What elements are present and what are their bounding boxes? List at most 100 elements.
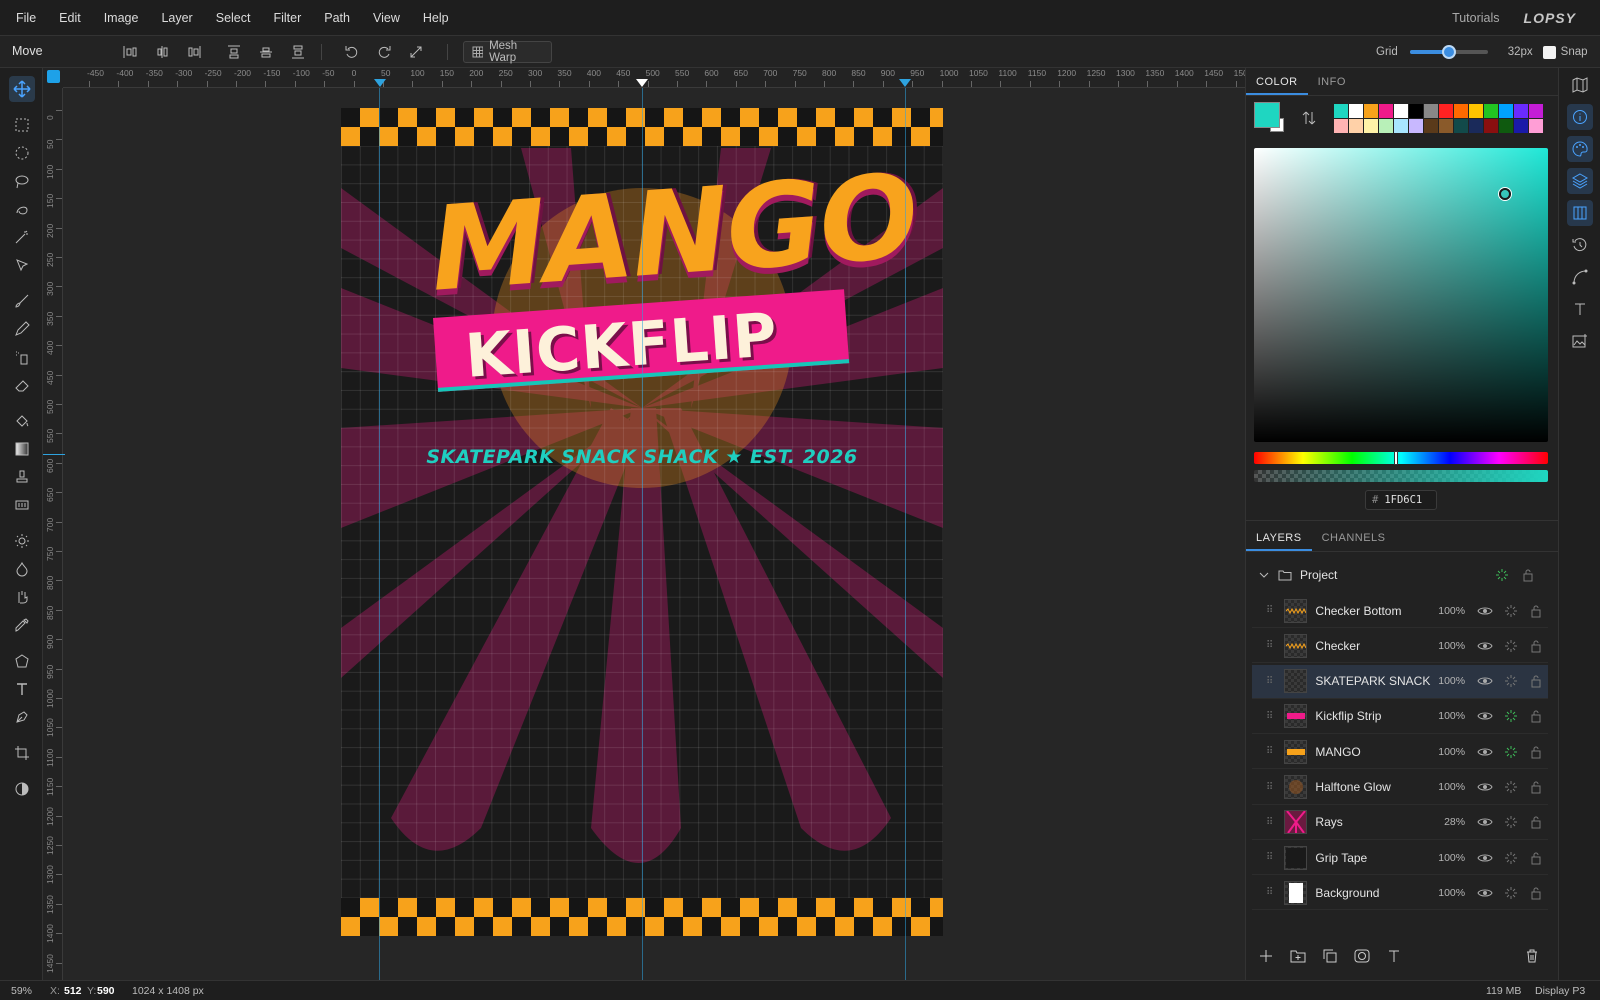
menu-help[interactable]: Help — [423, 11, 449, 25]
layer-opacity[interactable]: 100% — [1434, 852, 1465, 864]
palette-swatch[interactable] — [1409, 104, 1423, 118]
rotate-left-icon[interactable] — [340, 40, 364, 64]
layer-opacity[interactable]: 100% — [1434, 640, 1465, 652]
foreground-color-swatch[interactable] — [1254, 102, 1280, 128]
eye-icon[interactable] — [1473, 605, 1497, 617]
layer-opacity[interactable]: 100% — [1434, 710, 1465, 722]
lock-icon[interactable] — [1524, 639, 1548, 653]
guide-vertical[interactable] — [379, 88, 380, 980]
palette-swatch[interactable] — [1529, 104, 1543, 118]
magnetic-lasso-icon[interactable] — [9, 196, 35, 222]
palette-swatch[interactable] — [1484, 104, 1498, 118]
palette-swatch[interactable] — [1349, 119, 1363, 133]
palette-swatch[interactable] — [1334, 104, 1348, 118]
swap-colors-icon[interactable] — [1301, 110, 1317, 126]
tab-color[interactable]: COLOR — [1246, 68, 1308, 95]
palette-swatch[interactable] — [1454, 104, 1468, 118]
stamp-icon[interactable] — [9, 464, 35, 490]
hex-input[interactable]: # 1FD6C1 — [1365, 490, 1437, 510]
eraser-icon[interactable] — [9, 372, 35, 398]
drag-handle-icon[interactable]: ⠿ — [1266, 676, 1282, 687]
layer-opacity[interactable]: 100% — [1434, 605, 1465, 617]
drag-handle-icon[interactable]: ⠿ — [1266, 887, 1282, 898]
palette-swatch[interactable] — [1499, 119, 1513, 133]
fx-icon[interactable] — [1499, 674, 1523, 688]
guide-marker-icon[interactable] — [898, 78, 912, 88]
palette-swatch[interactable] — [1409, 119, 1423, 133]
align-bottom-icon[interactable] — [286, 40, 310, 64]
layer-row[interactable]: ⠿ MANGO 100% — [1252, 735, 1548, 770]
layer-opacity[interactable]: 100% — [1434, 746, 1465, 758]
lock-icon[interactable] — [1524, 674, 1548, 688]
eye-icon[interactable] — [1473, 852, 1497, 864]
palette-swatch[interactable] — [1469, 104, 1483, 118]
grid-slider-knob[interactable] — [1441, 45, 1456, 59]
tab-layers[interactable]: LAYERS — [1246, 524, 1312, 551]
character-icon[interactable] — [1567, 296, 1593, 322]
palette-swatch[interactable] — [1469, 119, 1483, 133]
history-icon[interactable] — [1567, 232, 1593, 258]
align-left-icon[interactable] — [118, 40, 142, 64]
layers-icon[interactable] — [1567, 168, 1593, 194]
palette-swatch[interactable] — [1514, 104, 1528, 118]
align-middle-v-icon[interactable] — [254, 40, 278, 64]
drag-handle-icon[interactable]: ⠿ — [1266, 817, 1282, 828]
path-curve-icon[interactable] — [1567, 264, 1593, 290]
hue-slider-knob[interactable] — [1394, 451, 1398, 465]
drag-handle-icon[interactable]: ⠿ — [1266, 852, 1282, 863]
magic-wand-icon[interactable] — [9, 224, 35, 250]
contrast-icon[interactable] — [9, 776, 35, 802]
eye-icon[interactable] — [1473, 781, 1497, 793]
ruler-horizontal[interactable]: -450 -400 -350 -300 -250 -200 -150 -100 -50 0 50 10… — [63, 68, 1245, 88]
layer-row[interactable]: ⠿ SKATEPARK SNACK 100% — [1252, 664, 1548, 699]
layer-opacity[interactable]: 100% — [1434, 675, 1465, 687]
eye-icon[interactable] — [1473, 816, 1497, 828]
lock-icon[interactable] — [1524, 815, 1548, 829]
layer-opacity[interactable]: 100% — [1434, 781, 1465, 793]
layer-row[interactable]: ⠿ Halftone Glow 100% — [1252, 771, 1548, 805]
alpha-slider[interactable] — [1254, 470, 1548, 482]
palette-swatch[interactable] — [1529, 119, 1543, 133]
lock-icon[interactable] — [1524, 780, 1548, 794]
fx-icon[interactable] — [1499, 745, 1523, 759]
align-top-icon[interactable] — [222, 40, 246, 64]
fx-icon[interactable] — [1499, 851, 1523, 865]
ruler-vertical[interactable]: 0 50 100 150 200 250 300 350 400 450 500 550 600 650 7… — [43, 88, 63, 980]
ellipse-select-icon[interactable] — [9, 140, 35, 166]
layer-group-project[interactable]: Project — [1252, 558, 1548, 592]
spray-icon[interactable] — [9, 344, 35, 370]
pen-icon[interactable] — [9, 704, 35, 730]
palette-swatch[interactable] — [1379, 104, 1393, 118]
layer-opacity[interactable]: 100% — [1434, 887, 1465, 899]
fx-icon[interactable] — [1490, 568, 1514, 582]
palette-swatch[interactable] — [1349, 104, 1363, 118]
palette-swatch[interactable] — [1499, 104, 1513, 118]
align-right-icon[interactable] — [182, 40, 206, 64]
menu-layer[interactable]: Layer — [161, 11, 192, 25]
fx-icon[interactable] — [1499, 604, 1523, 618]
brush-icon[interactable] — [9, 288, 35, 314]
add-layer-icon[interactable] — [1254, 949, 1278, 963]
align-center-h-icon[interactable] — [150, 40, 174, 64]
lock-icon[interactable] — [1524, 745, 1548, 759]
palette-swatch[interactable] — [1424, 119, 1438, 133]
pencil-icon[interactable] — [9, 316, 35, 342]
lock-icon[interactable] — [1516, 568, 1540, 582]
gradient-icon[interactable] — [9, 436, 35, 462]
menu-edit[interactable]: Edit — [59, 11, 81, 25]
mesh-warp-button[interactable]: Mesh Warp — [463, 40, 552, 64]
palette-icon[interactable] — [1567, 136, 1593, 162]
menu-path[interactable]: Path — [324, 11, 350, 25]
eye-icon[interactable] — [1473, 640, 1497, 652]
palette-swatch[interactable] — [1394, 104, 1408, 118]
eye-icon[interactable] — [1473, 746, 1497, 758]
drag-handle-icon[interactable]: ⠿ — [1266, 711, 1282, 722]
pattern-icon[interactable] — [9, 492, 35, 518]
quick-select-icon[interactable] — [9, 252, 35, 278]
layer-row[interactable]: ⠿ Kickflip Strip 100% — [1252, 700, 1548, 734]
layer-row[interactable]: ⠿ Background 100% — [1252, 876, 1548, 911]
eye-icon[interactable] — [1473, 710, 1497, 722]
trash-icon[interactable] — [1520, 949, 1544, 963]
menu-file[interactable]: File — [16, 11, 36, 25]
tab-info[interactable]: INFO — [1308, 68, 1356, 95]
